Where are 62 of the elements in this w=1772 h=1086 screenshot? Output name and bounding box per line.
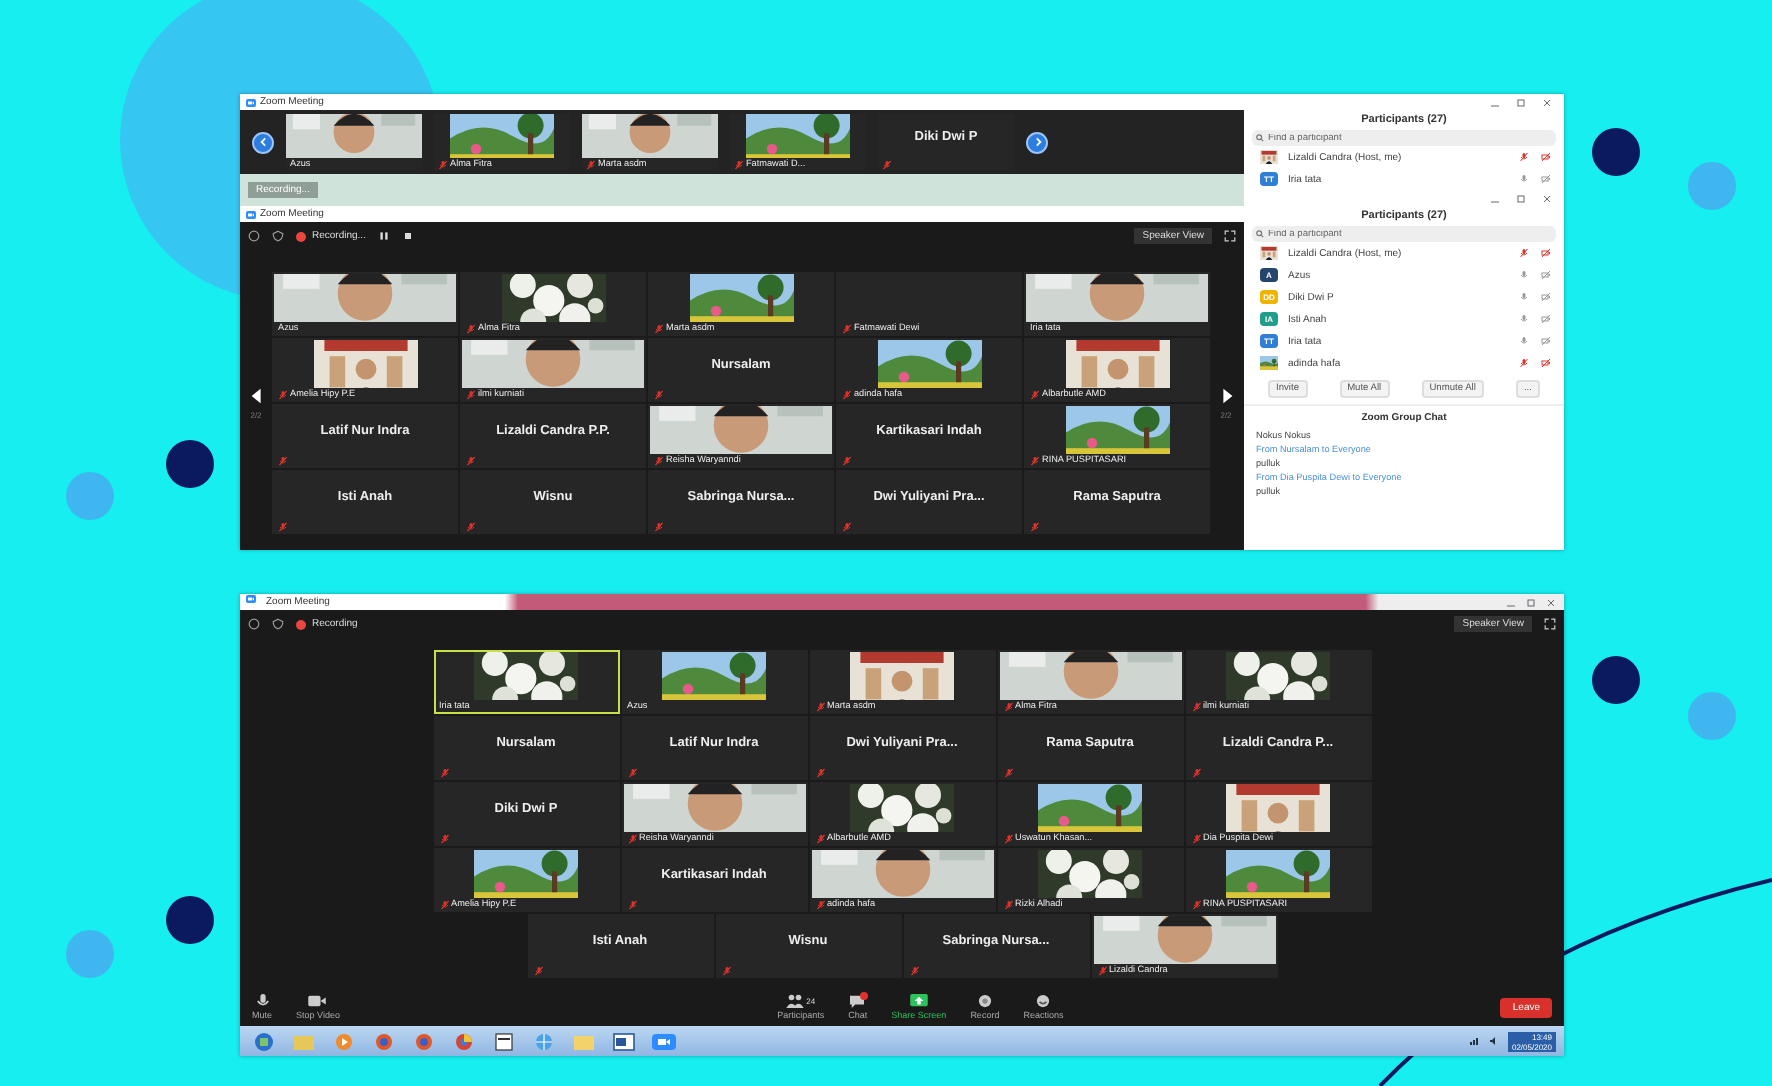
shield-icon[interactable] (272, 618, 284, 630)
fullscreen-icon[interactable] (1544, 618, 1556, 630)
video-off-icon[interactable] (1540, 336, 1552, 346)
camera-icon (246, 594, 256, 604)
video-off-icon[interactable] (1540, 174, 1552, 184)
search-icon (1256, 134, 1264, 142)
decorative-dot (66, 472, 114, 520)
muted-mic-icon[interactable] (1518, 248, 1530, 258)
mic-icon[interactable] (1518, 314, 1530, 324)
notification-dot (860, 992, 869, 1000)
shield-icon[interactable] (272, 230, 284, 242)
video-camera-icon (308, 994, 327, 1008)
close-icon[interactable] (1546, 597, 1556, 607)
video-off-icon[interactable] (1540, 152, 1552, 162)
decorative-dot (166, 440, 214, 488)
chevron-right-icon (1031, 136, 1043, 148)
next-page-button[interactable] (1217, 386, 1235, 406)
record-dot-icon (296, 231, 306, 241)
muted-mic-icon[interactable] (1518, 152, 1530, 162)
previous-icon (247, 386, 265, 406)
mic-icon[interactable] (1518, 174, 1530, 184)
chat-icon (848, 994, 867, 1008)
previous-button[interactable] (252, 131, 274, 153)
close-icon[interactable] (1542, 193, 1552, 203)
speaker-icon[interactable] (1487, 1036, 1500, 1046)
previous-page-button[interactable] (247, 386, 265, 406)
video-off-icon[interactable] (1540, 358, 1552, 368)
decorative-dot (1688, 162, 1736, 210)
search-icon (1256, 230, 1264, 238)
document-icon[interactable] (608, 1031, 640, 1051)
smiley-icon (1034, 994, 1053, 1008)
share-screen-icon (909, 994, 928, 1008)
info-icon[interactable] (248, 618, 260, 630)
restore-icon[interactable] (1516, 193, 1526, 203)
video-off-icon[interactable] (1540, 292, 1552, 302)
record-icon (975, 994, 994, 1008)
chevron-left-icon (257, 136, 269, 148)
restore-icon[interactable] (1516, 97, 1526, 107)
muted-mic-icon[interactable] (1518, 358, 1530, 368)
network-icon[interactable] (1467, 1036, 1480, 1046)
restore-icon[interactable] (1526, 597, 1536, 607)
close-icon[interactable] (1542, 97, 1552, 107)
next-button[interactable] (1026, 131, 1048, 153)
video-camera-icon[interactable] (648, 1031, 680, 1051)
video-off-icon[interactable] (1540, 270, 1552, 280)
next-icon (1217, 386, 1235, 406)
fullscreen-icon[interactable] (1224, 230, 1236, 242)
mic-icon (253, 994, 271, 1008)
mic-icon[interactable] (1518, 292, 1530, 302)
info-icon[interactable] (248, 230, 260, 242)
record-dot-icon (296, 619, 306, 629)
pause-icon[interactable] (377, 230, 390, 242)
decorative-dot (166, 896, 214, 944)
decorative-dot (1592, 656, 1640, 704)
video-off-icon[interactable] (1540, 248, 1552, 258)
decorative-dot (1688, 692, 1736, 740)
mic-icon[interactable] (1518, 336, 1530, 346)
people-icon (786, 994, 805, 1008)
video-off-icon[interactable] (1540, 314, 1552, 324)
decorative-dot (1592, 128, 1640, 176)
decorative-dot (66, 930, 114, 978)
mic-icon[interactable] (1518, 270, 1530, 280)
